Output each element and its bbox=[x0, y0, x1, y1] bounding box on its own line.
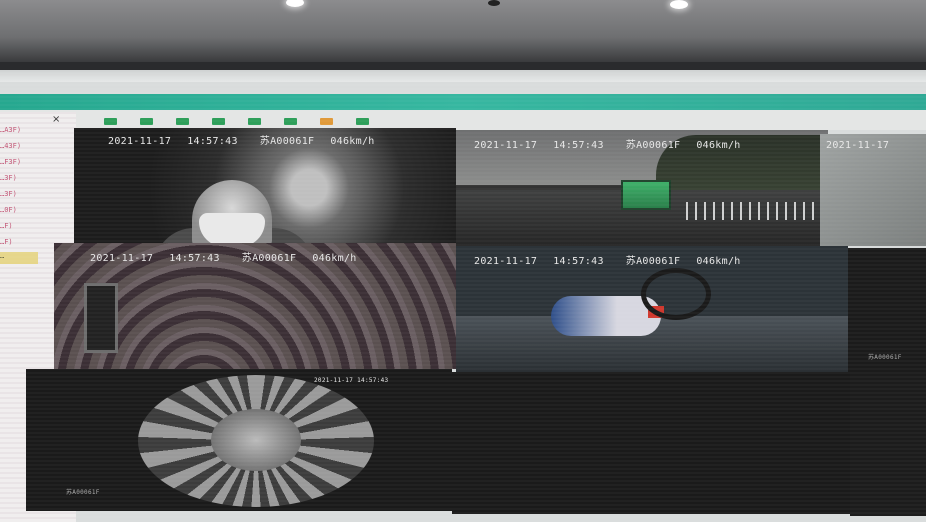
face-mask bbox=[199, 213, 265, 246]
ceiling-light bbox=[670, 0, 688, 9]
fisheye-center bbox=[211, 409, 301, 471]
video-tile-empty[interactable] bbox=[850, 374, 926, 516]
ceiling bbox=[0, 0, 926, 62]
vehicle-list-item[interactable]: …0F) bbox=[0, 206, 17, 214]
osd-plate: 苏A00061F bbox=[241, 253, 297, 264]
ceiling-camera bbox=[488, 0, 500, 6]
osd-plate: 苏A00061F bbox=[868, 354, 902, 361]
osd-speed: 046km/h bbox=[330, 136, 375, 147]
osd-time: 14:57:43 bbox=[553, 256, 604, 267]
title-bar bbox=[0, 94, 926, 110]
osd-overlay: 2021-11-17 14:57:43 苏A00061F 046km/h bbox=[474, 136, 757, 151]
osd-time: 14:57:43 bbox=[553, 140, 604, 151]
close-icon[interactable]: × bbox=[52, 114, 60, 125]
osd-plate: 苏A00061F bbox=[625, 256, 681, 267]
split-icon[interactable] bbox=[356, 118, 369, 125]
record-icon[interactable] bbox=[320, 118, 333, 125]
guard-rail bbox=[686, 202, 828, 220]
osd-date: 2021-11-17 bbox=[108, 136, 172, 147]
osd-overlay: 2021-11-17 14:57:43 苏A00061F 046km/h bbox=[108, 132, 391, 147]
osd-speed: 046km/h bbox=[696, 140, 741, 151]
layout-4-icon[interactable] bbox=[140, 118, 153, 125]
vehicle-list-item[interactable]: …F3F) bbox=[0, 158, 21, 166]
vehicle-list-item[interactable]: …A3F) bbox=[0, 126, 21, 134]
vehicle-list-item[interactable]: …3F) bbox=[0, 190, 17, 198]
monitor-bezel bbox=[0, 70, 926, 82]
osd-overlay: 2021-11-17 14:57:43 bbox=[314, 377, 404, 384]
osd-speed: 046km/h bbox=[312, 253, 357, 264]
video-tile-empty[interactable] bbox=[452, 372, 850, 514]
steering-wheel bbox=[641, 268, 711, 320]
oncoming-bus bbox=[621, 180, 671, 210]
osd-date: 2021-11-17 bbox=[90, 253, 154, 264]
osd-date: 2021-11-17 bbox=[314, 377, 354, 384]
video-tile-driver-seat[interactable]: 2021-11-17 14:57:43 苏A00061F 046km/h bbox=[456, 246, 848, 372]
osd-date: 2021-11-17 bbox=[474, 140, 538, 151]
vehicle-list-item[interactable]: …F) bbox=[0, 222, 13, 230]
video-tile-cabin[interactable]: 2021-11-17 14:57:43 苏A00061F 046km/h bbox=[54, 243, 456, 369]
layout-1-icon[interactable] bbox=[104, 118, 117, 125]
osd-time: 14:57:43 bbox=[357, 377, 389, 384]
osd-plate: 苏A00061F bbox=[259, 136, 315, 147]
layout-6-icon[interactable] bbox=[176, 118, 189, 125]
osd-plate: 苏A00061F bbox=[625, 140, 681, 151]
video-tile-front-road[interactable]: 2021-11-17 14:57:43 苏A00061F 046km/h bbox=[456, 130, 828, 246]
osd-date: 2021-11-17 bbox=[826, 140, 890, 151]
osd-time: 14:57:43 bbox=[169, 253, 220, 264]
osd-overlay: 2021-11-17 bbox=[826, 140, 905, 151]
osd-speed: 046km/h bbox=[696, 256, 741, 267]
layout-16-icon[interactable] bbox=[284, 118, 297, 125]
layout-9-icon[interactable] bbox=[248, 118, 261, 125]
osd-plate: 苏A00061F bbox=[66, 489, 100, 496]
vehicle-list-item[interactable]: …3F) bbox=[0, 174, 17, 182]
cabin-door bbox=[84, 283, 118, 353]
osd-overlay: 2021-11-17 14:57:43 苏A00061F 046km/h bbox=[474, 252, 757, 267]
ceiling-light bbox=[286, 0, 304, 7]
osd-time: 14:57:43 bbox=[187, 136, 238, 147]
video-tile-partial[interactable]: 2021-11-17 bbox=[820, 134, 926, 246]
toolbar bbox=[0, 110, 926, 130]
video-tile-dark[interactable]: 苏A00061F bbox=[848, 248, 926, 374]
video-tile-driver-face[interactable]: 2021-11-17 14:57:43 苏A00061F 046km/h bbox=[74, 128, 456, 246]
layout-8-icon[interactable] bbox=[212, 118, 225, 125]
osd-overlay: 2021-11-17 14:57:43 苏A00061F 046km/h bbox=[90, 249, 373, 264]
vehicle-list-item[interactable]: …F) bbox=[0, 238, 13, 246]
vehicle-list-item[interactable]: …43F) bbox=[0, 142, 21, 150]
vehicle-list-item-selected[interactable]: … bbox=[0, 252, 38, 264]
osd-date: 2021-11-17 bbox=[474, 256, 538, 267]
video-tile-fisheye[interactable]: 2021-11-17 14:57:43 苏A00061F bbox=[26, 369, 452, 511]
